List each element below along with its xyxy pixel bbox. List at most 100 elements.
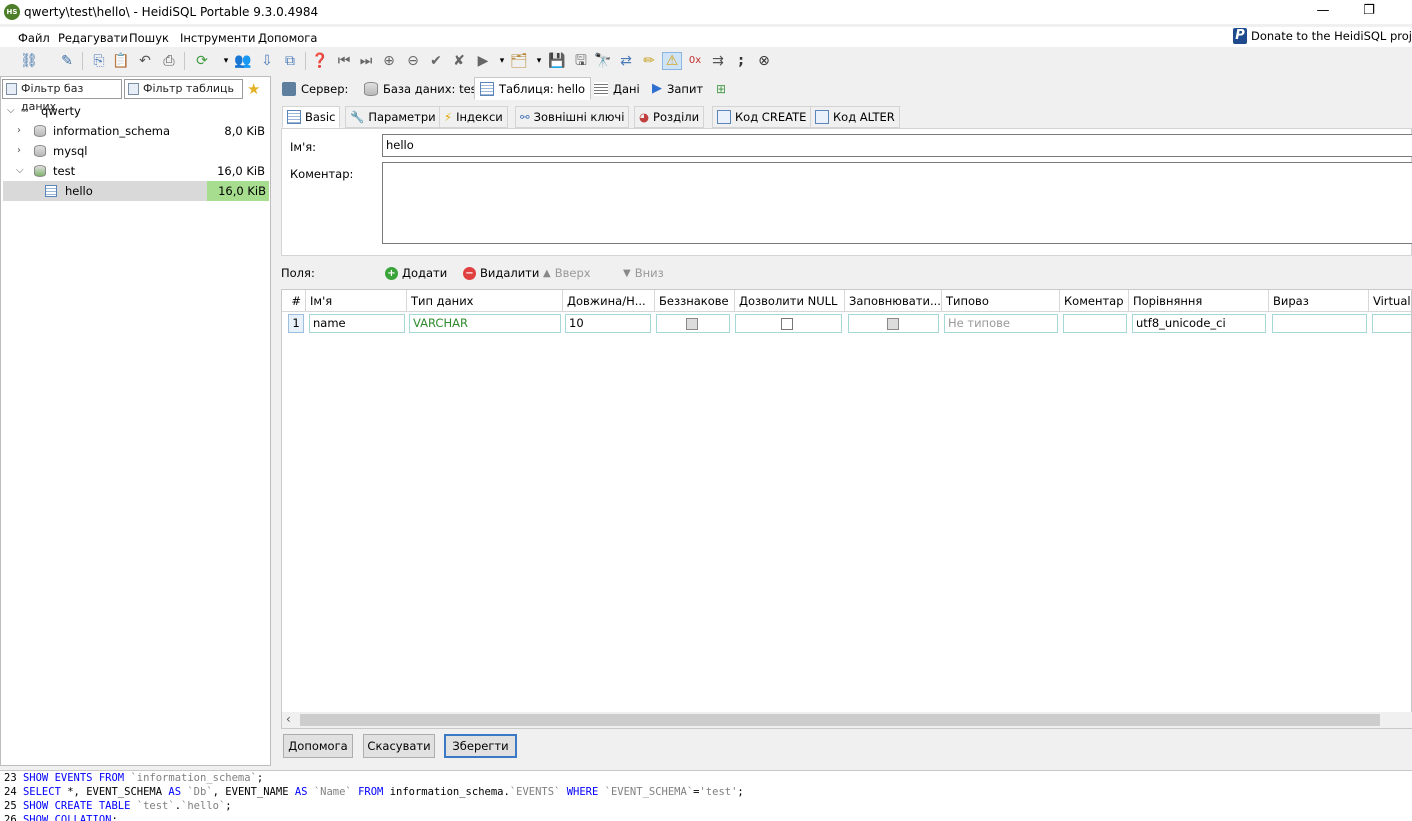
scroll-left-icon[interactable]: ‹: [286, 712, 291, 726]
refresh-dropdown-icon[interactable]: ▾: [217, 52, 235, 70]
run-dropdown-icon[interactable]: ▾: [493, 52, 511, 70]
tab-alter-code[interactable]: Код ALTER: [810, 106, 900, 128]
zerofill-checkbox[interactable]: [887, 318, 899, 330]
scrollbar-thumb[interactable]: [300, 714, 1380, 726]
cell-unsigned[interactable]: [656, 314, 730, 333]
tab-foreign-keys[interactable]: ⚯ Зовнішні ключі: [515, 106, 630, 128]
import-icon[interactable]: ⇩: [258, 52, 276, 70]
cell-collation[interactable]: utf8_unicode_ci: [1132, 314, 1266, 333]
col-header-virtuality[interactable]: Virtualit: [1369, 290, 1411, 312]
tab-table[interactable]: Таблиця: hello: [474, 77, 592, 100]
cell-expression[interactable]: [1272, 314, 1367, 333]
cell-zerofill[interactable]: [848, 314, 939, 333]
help-circle-icon[interactable]: ❓: [311, 52, 329, 70]
query-favorites-icon[interactable]: 🗂: [510, 52, 528, 70]
warning-toggle-icon[interactable]: ⚠: [662, 52, 682, 70]
col-header-default[interactable]: Типово: [942, 290, 1060, 312]
print-icon[interactable]: ⎙: [160, 52, 178, 70]
cell-comment[interactable]: [1063, 314, 1127, 333]
undo-icon[interactable]: ↶: [136, 52, 154, 70]
tab-options[interactable]: 🔧 Параметри: [345, 106, 441, 128]
delete-record-icon[interactable]: ⊖: [404, 52, 422, 70]
tab-query[interactable]: ▶ Запит: [646, 77, 709, 100]
menu-file[interactable]: Файл: [18, 31, 50, 45]
cell-type[interactable]: VARCHAR: [409, 314, 561, 333]
export-icon[interactable]: ⧉: [281, 52, 299, 70]
col-header-num[interactable]: #: [282, 290, 306, 312]
connect-icon[interactable]: ⛓: [20, 52, 38, 70]
unsigned-checkbox[interactable]: [686, 318, 698, 330]
expand-icon[interactable]: ›: [17, 121, 21, 141]
favorite-star-icon[interactable]: ★: [247, 80, 260, 98]
refresh-icon[interactable]: ⟳: [193, 52, 211, 70]
tab-partitions[interactable]: ◕ Розділи: [634, 106, 705, 128]
save-snippet-icon[interactable]: 🖫: [572, 52, 590, 70]
tab-create-code[interactable]: Код CREATE: [712, 106, 812, 128]
cell-allow-null[interactable]: [735, 314, 842, 333]
tree-item-root[interactable]: ⌵ ⌁ qwerty: [3, 101, 269, 121]
menu-tools[interactable]: Інструменти: [180, 31, 255, 45]
save-query-icon[interactable]: 💾: [548, 52, 566, 70]
table-name-input[interactable]: hello: [382, 134, 1412, 157]
horizontal-scrollbar[interactable]: ‹: [282, 712, 1412, 728]
last-record-icon[interactable]: ⏭: [357, 52, 375, 70]
tree-item-test[interactable]: ⌵ test 16,0 KiB: [3, 161, 269, 181]
cancel-button[interactable]: Скасувати: [363, 734, 435, 758]
add-field-button[interactable]: + Додати: [385, 266, 447, 280]
help-button[interactable]: Допомога: [283, 734, 353, 758]
col-header-allow-null[interactable]: Дозволити NULL: [735, 290, 845, 312]
comment-textarea[interactable]: [382, 162, 1412, 244]
col-header-expression[interactable]: Вираз: [1269, 290, 1369, 312]
cancel-record-icon[interactable]: ✘: [450, 52, 468, 70]
wrap-icon[interactable]: ⇉: [709, 52, 727, 70]
paste-icon[interactable]: 📋: [112, 52, 130, 70]
first-record-icon[interactable]: ⏮: [335, 52, 353, 70]
expand-icon[interactable]: ›: [17, 141, 21, 161]
col-header-type[interactable]: Тип даних: [407, 290, 563, 312]
minimize-button[interactable]: —: [1300, 0, 1346, 24]
tab-database[interactable]: База даних: test: [358, 77, 487, 100]
cell-virtuality[interactable]: [1372, 314, 1411, 333]
semicolon-icon[interactable]: ;: [732, 52, 750, 70]
col-header-collation[interactable]: Порівняння: [1129, 290, 1269, 312]
disconnect-icon[interactable]: ✎: [58, 52, 76, 70]
copy-icon[interactable]: ⎘: [90, 52, 108, 70]
tree-item-information-schema[interactable]: › information_schema 8,0 KiB: [3, 121, 269, 141]
tab-data[interactable]: Дані: [588, 77, 646, 100]
row-number[interactable]: 1: [288, 314, 304, 333]
tab-basic[interactable]: Basic: [282, 106, 341, 128]
collapse-icon[interactable]: ⌵: [16, 161, 24, 181]
donate-button[interactable]: P Donate to the HeidiSQL proj: [1232, 26, 1412, 46]
col-header-name[interactable]: Ім'я: [306, 290, 407, 312]
table-filter-input[interactable]: Фільтр таблиць: [124, 79, 243, 99]
find-icon[interactable]: 🔭: [594, 52, 612, 70]
cell-length[interactable]: 10: [565, 314, 651, 333]
tree-item-mysql[interactable]: › mysql: [3, 141, 269, 161]
post-record-icon[interactable]: ✔: [427, 52, 445, 70]
cell-default[interactable]: Не типове: [944, 314, 1058, 333]
col-header-zerofill[interactable]: Заповнювати...: [845, 290, 942, 312]
allow-null-checkbox[interactable]: [781, 318, 793, 330]
tab-server[interactable]: Сервер:: [276, 77, 354, 100]
menu-help[interactable]: Допомога: [258, 31, 317, 45]
favorites-dropdown-icon[interactable]: ▾: [530, 52, 548, 70]
db-filter-input[interactable]: Фільтр баз даних: [2, 79, 122, 113]
tree-item-hello[interactable]: hello 16,0 KiB: [3, 181, 269, 201]
collapse-icon[interactable]: ⌵: [7, 101, 15, 121]
users-icon[interactable]: 👥: [234, 52, 252, 70]
move-up-button[interactable]: ▲ Вверх: [543, 266, 591, 280]
menu-search[interactable]: Пошук: [129, 31, 169, 45]
sql-log[interactable]: 23 SHOW EVENTS FROM `information_schema`…: [0, 770, 1412, 821]
maximize-button[interactable]: ❐: [1346, 0, 1392, 24]
cell-name[interactable]: name: [309, 314, 405, 333]
remove-field-button[interactable]: − Видалити: [463, 266, 539, 280]
insert-record-icon[interactable]: ⊕: [380, 52, 398, 70]
run-query-icon[interactable]: ▶: [474, 52, 492, 70]
col-header-comment[interactable]: Коментар: [1060, 290, 1129, 312]
col-header-length[interactable]: Довжина/Н...: [563, 290, 655, 312]
replace-icon[interactable]: ⇄: [617, 52, 635, 70]
reformat-icon[interactable]: ✏: [640, 52, 658, 70]
new-query-tab-button[interactable]: ⊞: [710, 77, 732, 100]
tab-indexes[interactable]: ⚡ Індекси: [439, 106, 508, 128]
col-header-unsigned[interactable]: Беззнакове: [655, 290, 735, 312]
